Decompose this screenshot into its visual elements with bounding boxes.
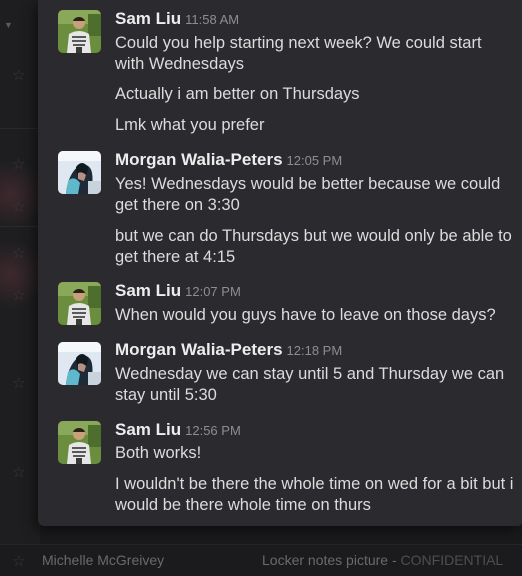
message-header: Morgan Walia-Peters 12:05 PM [115,150,342,170]
timestamp[interactable]: 12:07 PM [185,284,241,299]
background-file-row: ☆ Michelle McGreivey Locker notes pictur… [0,544,522,576]
avatar-image [58,10,101,53]
star-icon[interactable]: ☆ [12,200,25,215]
avatar[interactable] [58,282,101,325]
divider [0,128,40,129]
timestamp[interactable]: 12:56 PM [185,423,241,438]
message-text: When would you guys have to leave on tho… [115,306,496,324]
avatar[interactable] [58,10,101,53]
star-icon[interactable]: ☆ [12,465,25,480]
avatar[interactable] [58,421,101,464]
author-name[interactable]: Sam Liu [115,420,181,439]
message-header: Sam Liu 12:56 PM [115,420,241,440]
message-text: but we can do Thursdays but we would onl… [115,227,512,266]
author-name[interactable]: Sam Liu [115,281,181,300]
chevron-down-icon: ▼ [4,20,13,30]
background-sidebar: ▼ ☆ ☆ ☆ ☆ ☆ ☆ ☆ [0,0,46,575]
avatar-image [58,282,101,325]
star-icon[interactable]: ☆ [12,288,25,303]
message-text: Wednesday we can stay until 5 and Thursd… [115,365,505,404]
file-name: Locker notes picture [262,552,389,568]
message-text: I wouldn't be there the whole time on we… [115,475,514,514]
message-thread-panel: Sam Liu 11:58 AM Could you help starting … [38,0,522,526]
message-text: Both works! [115,444,202,462]
avatar[interactable] [58,342,101,385]
message-text: Could you help starting next week? We co… [115,34,482,73]
message-header: Morgan Walia-Peters 12:18 PM [115,340,342,360]
message-text: Yes! Wednesdays would be better because … [115,175,501,214]
star-icon[interactable]: ☆ [12,376,25,391]
author-name[interactable]: Morgan Walia-Peters [115,150,283,169]
message-text: Lmk what you prefer [115,116,265,134]
file-owner-name: Michelle McGreivey [42,552,165,568]
avatar-image [58,421,101,464]
timestamp[interactable]: 11:58 AM [185,12,239,27]
author-name[interactable]: Morgan Walia-Peters [115,340,283,359]
author-name[interactable]: Sam Liu [115,9,181,28]
avatar-image [58,151,101,194]
avatar-image [58,342,101,385]
message-header: Sam Liu 12:07 PM [115,281,241,301]
divider [0,226,40,227]
avatar[interactable] [58,151,101,194]
message-header: Sam Liu 11:58 AM [115,9,239,29]
timestamp[interactable]: 12:18 PM [287,343,343,358]
timestamp[interactable]: 12:05 PM [287,153,343,168]
star-icon[interactable]: ☆ [12,246,25,261]
star-icon[interactable]: ☆ [12,68,25,83]
star-icon[interactable]: ☆ [12,157,25,172]
file-title[interactable]: Locker notes picture - CONFIDENTIAL [262,552,503,568]
message-text: Actually i am better on Thursdays [115,85,360,103]
file-separator: - [388,552,401,568]
confidential-label: CONFIDENTIAL [400,552,504,568]
star-icon[interactable]: ☆ [12,552,25,570]
